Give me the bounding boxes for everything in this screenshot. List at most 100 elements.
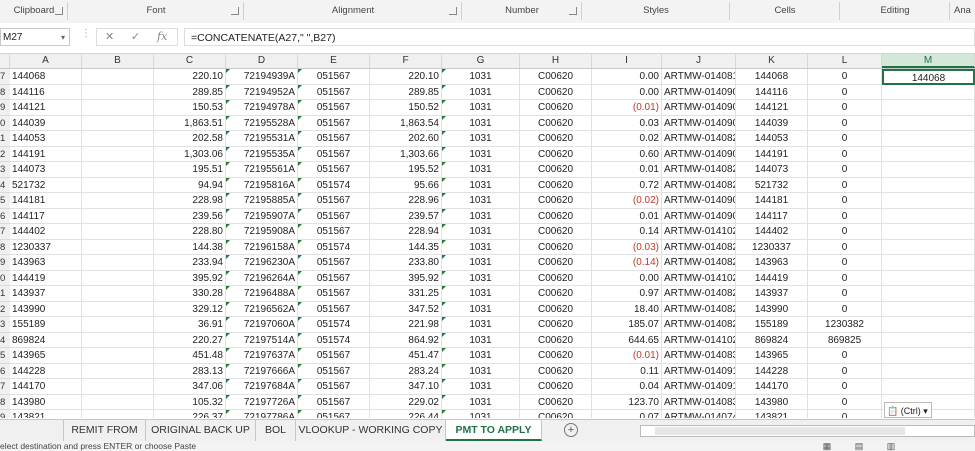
cell-k[interactable]: 144116	[736, 84, 808, 100]
cell-e[interactable]: 051567	[298, 255, 370, 271]
column-header-c[interactable]: C	[154, 54, 226, 68]
cell-l[interactable]: 0	[808, 394, 882, 410]
cell-d[interactable]: 72194978A	[226, 100, 298, 116]
cell-d[interactable]: 72195907A	[226, 208, 298, 224]
cell-j[interactable]: ARTMW-014082	[662, 239, 736, 255]
column-header-h[interactable]: H	[520, 54, 592, 68]
cell-c[interactable]: 226.37	[154, 410, 226, 418]
cell-g[interactable]: 1031	[442, 379, 520, 395]
cell-m[interactable]	[882, 286, 975, 302]
cell-f[interactable]: 1,863.54	[370, 115, 442, 131]
row-header[interactable]: 8	[0, 84, 10, 100]
cell-j[interactable]: ARTMW-014091	[662, 379, 736, 395]
row-header[interactable]: 6	[0, 363, 10, 379]
cell-g[interactable]: 1031	[442, 131, 520, 147]
cell-f[interactable]: 220.10	[370, 69, 442, 85]
cell-c[interactable]: 150.53	[154, 100, 226, 116]
cell-g[interactable]: 1031	[442, 301, 520, 317]
cell-m[interactable]: 144068	[882, 69, 975, 85]
cell-m[interactable]	[882, 193, 975, 209]
cell-c[interactable]: 329.12	[154, 301, 226, 317]
cell-h[interactable]: C00620	[520, 286, 592, 302]
row-header[interactable]: 6	[0, 208, 10, 224]
cell-i[interactable]: 644.65	[592, 332, 662, 348]
cell-m[interactable]	[882, 379, 975, 395]
ribbon-group-editing[interactable]: Editing	[840, 0, 950, 22]
cell-d[interactable]: 72195816A	[226, 177, 298, 193]
cell-f[interactable]: 95.66	[370, 177, 442, 193]
cell-a[interactable]: 144117	[10, 208, 82, 224]
cell-h[interactable]: C00620	[520, 410, 592, 418]
cell-b[interactable]	[82, 69, 154, 85]
row-header[interactable]: 8	[0, 239, 10, 255]
cell-h[interactable]: C00620	[520, 131, 592, 147]
cell-c[interactable]: 347.06	[154, 379, 226, 395]
row-header[interactable]: 9	[0, 100, 10, 116]
scrollbar-thumb[interactable]	[655, 427, 905, 435]
cell-a[interactable]: 144073	[10, 162, 82, 178]
ribbon-group-alignment[interactable]: Alignment	[244, 0, 462, 22]
cell-k[interactable]: 144039	[736, 115, 808, 131]
cell-h[interactable]: C00620	[520, 255, 592, 271]
cell-i[interactable]: 0.00	[592, 69, 662, 85]
cell-a[interactable]: 144402	[10, 224, 82, 240]
column-header-g[interactable]: G	[442, 54, 520, 68]
cell-g[interactable]: 1031	[442, 162, 520, 178]
column-header-d[interactable]: D	[226, 54, 298, 68]
row-header[interactable]: 9	[0, 410, 10, 418]
cell-b[interactable]	[82, 146, 154, 162]
cell-g[interactable]: 1031	[442, 332, 520, 348]
cell-a[interactable]: 869824	[10, 332, 82, 348]
cell-e[interactable]: 051567	[298, 224, 370, 240]
row-header[interactable]: 7	[0, 224, 10, 240]
cell-m[interactable]	[882, 131, 975, 147]
row-header[interactable]: 5	[0, 348, 10, 364]
cell-g[interactable]: 1031	[442, 286, 520, 302]
cell-e[interactable]: 051567	[298, 301, 370, 317]
cell-h[interactable]: C00620	[520, 177, 592, 193]
cell-c[interactable]: 36.91	[154, 317, 226, 333]
cell-c[interactable]: 1,303.06	[154, 146, 226, 162]
add-sheet-icon[interactable]: +	[564, 423, 578, 437]
cell-h[interactable]: C00620	[520, 193, 592, 209]
cell-b[interactable]	[82, 115, 154, 131]
cell-h[interactable]: C00620	[520, 348, 592, 364]
cell-i[interactable]: 18.40	[592, 301, 662, 317]
cell-h[interactable]: C00620	[520, 270, 592, 286]
cell-b[interactable]	[82, 270, 154, 286]
cell-c[interactable]: 228.80	[154, 224, 226, 240]
cell-d[interactable]: 72195535A	[226, 146, 298, 162]
cell-l[interactable]: 0	[808, 131, 882, 147]
cell-i[interactable]: 0.00	[592, 84, 662, 100]
enter-check-icon[interactable]: ✓	[131, 30, 140, 43]
cell-g[interactable]: 1031	[442, 224, 520, 240]
cell-l[interactable]: 0	[808, 69, 882, 85]
cell-k[interactable]: 143963	[736, 255, 808, 271]
worksheet-grid[interactable]: 7 144068 220.10 72194939A 051567 220.10 1031 C0…	[0, 69, 975, 418]
paste-options-button[interactable]: 📋 (Ctrl) ▾	[884, 402, 932, 418]
cell-e[interactable]: 051567	[298, 394, 370, 410]
name-box[interactable]: M27 ▾	[0, 28, 70, 46]
cell-a[interactable]: 143990	[10, 301, 82, 317]
row-header[interactable]: 2	[0, 146, 10, 162]
cell-f[interactable]: 864.92	[370, 332, 442, 348]
cell-j[interactable]: ARTMW-014082	[662, 177, 736, 193]
cell-k[interactable]: 521732	[736, 177, 808, 193]
cell-m[interactable]	[882, 208, 975, 224]
cell-j[interactable]: ARTMW-014090	[662, 100, 736, 116]
cell-i[interactable]: 0.14	[592, 224, 662, 240]
cell-d[interactable]: 72197786A	[226, 410, 298, 418]
cell-i[interactable]: 185.07	[592, 317, 662, 333]
cell-d[interactable]: 72196488A	[226, 286, 298, 302]
cell-b[interactable]	[82, 286, 154, 302]
cell-e[interactable]: 051567	[298, 410, 370, 418]
cell-f[interactable]: 226.44	[370, 410, 442, 418]
chevron-down-icon[interactable]: ▾	[61, 29, 65, 47]
cell-k[interactable]: 1230337	[736, 239, 808, 255]
cell-g[interactable]: 1031	[442, 394, 520, 410]
cell-i[interactable]: (0.14)	[592, 255, 662, 271]
cell-e[interactable]: 051574	[298, 177, 370, 193]
formula-input[interactable]: =CONCATENATE(A27," ",B27)	[184, 28, 975, 46]
cell-h[interactable]: C00620	[520, 100, 592, 116]
cell-h[interactable]: C00620	[520, 84, 592, 100]
